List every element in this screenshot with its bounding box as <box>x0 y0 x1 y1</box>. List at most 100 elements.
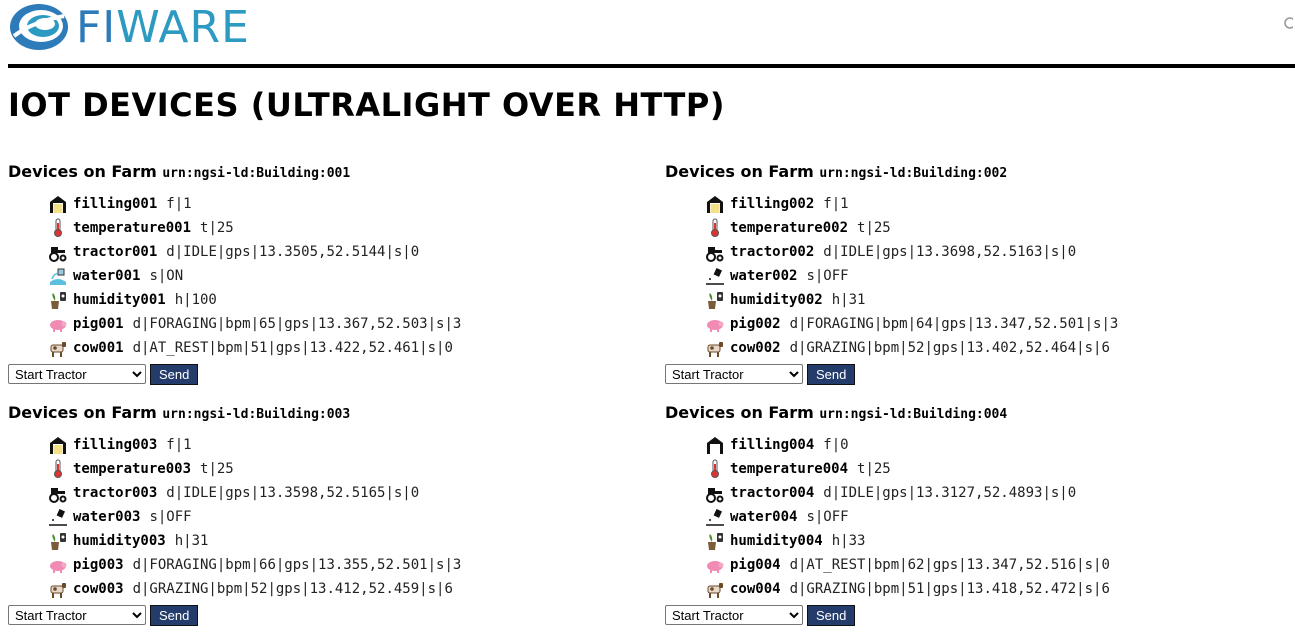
fiware-wordmark: FIWARE <box>76 2 250 53</box>
device-name: filling002 <box>730 196 815 212</box>
device-payload: t|25 <box>200 461 234 477</box>
device-item: tractor002 d|IDLE|gps|13.3698,52.5163|s|0 <box>705 240 1295 264</box>
device-item: pig003 d|FORAGING|bpm|66|gps|13.355,52.50… <box>48 553 648 577</box>
filling-barn-icon <box>48 194 68 214</box>
tractor-icon <box>48 242 68 262</box>
fiware-logo-icon <box>10 4 68 50</box>
farm-urn: urn:ngsi-ld:Building:003 <box>162 407 351 422</box>
device-item: filling002 f|1 <box>705 192 1295 216</box>
device-name: temperature001 <box>73 220 192 236</box>
farm-urn: urn:ngsi-ld:Building:004 <box>819 407 1008 422</box>
header-divider <box>8 64 1295 68</box>
device-name: tractor004 <box>730 485 815 501</box>
device-name: temperature002 <box>730 220 849 236</box>
device-payload: t|25 <box>200 220 234 236</box>
pig-icon <box>48 555 68 575</box>
command-controls: Start Tractor Send <box>8 604 648 626</box>
device-name: temperature003 <box>73 461 192 477</box>
device-payload: d|GRAZING|bpm|52|gps|13.412,52.459|s|6 <box>132 581 453 597</box>
farm-section: Devices on Farm urn:ngsi-ld:Building:001… <box>8 160 648 385</box>
device-item: water003 s|OFF <box>48 505 648 529</box>
device-item: humidity001 h|100 <box>48 288 648 312</box>
device-name: pig004 <box>730 557 781 573</box>
device-name: pig001 <box>73 316 124 332</box>
fiware-logo[interactable]: FIWARE <box>8 2 250 53</box>
device-name: cow004 <box>730 581 781 597</box>
device-item: water004 s|OFF <box>705 505 1295 529</box>
device-payload: s|OFF <box>806 268 849 284</box>
device-payload: t|25 <box>857 461 891 477</box>
device-item: temperature003 t|25 <box>48 457 648 481</box>
device-item: tractor004 d|IDLE|gps|13.3127,52.4893|s|0 <box>705 481 1295 505</box>
tractor-icon <box>705 483 725 503</box>
thermometer-icon <box>705 218 725 238</box>
send-button[interactable]: Send <box>150 363 199 385</box>
device-list: filling003 f|1 temperature003 t|25 tractor00… <box>48 433 648 601</box>
farm-urn: urn:ngsi-ld:Building:002 <box>819 166 1008 181</box>
device-name: water004 <box>730 509 798 525</box>
thermometer-icon <box>48 218 68 238</box>
device-name: cow002 <box>730 340 781 356</box>
device-item: pig004 d|AT_REST|bpm|62|gps|13.347,52.516… <box>705 553 1295 577</box>
water-off-icon <box>48 507 68 527</box>
device-item: cow004 d|GRAZING|bpm|51|gps|13.418,52.472… <box>705 577 1295 601</box>
humidity-plant-icon <box>705 531 725 551</box>
pig-icon <box>705 555 725 575</box>
device-payload: h|33 <box>831 533 866 549</box>
device-item: cow002 d|GRAZING|bpm|52|gps|13.402,52.464… <box>705 336 1295 360</box>
command-select[interactable]: Start Tractor <box>665 364 803 384</box>
humidity-plant-icon <box>48 531 68 551</box>
farm-title-prefix: Devices on Farm <box>665 403 814 422</box>
device-name: humidity003 <box>73 533 166 549</box>
device-payload: d|IDLE|gps|13.3505,52.5144|s|0 <box>166 244 420 260</box>
device-payload: s|ON <box>149 268 184 284</box>
device-item: humidity004 h|33 <box>705 529 1295 553</box>
device-name: temperature004 <box>730 461 849 477</box>
device-item: filling004 f|0 <box>705 433 1295 457</box>
device-item: humidity002 h|31 <box>705 288 1295 312</box>
cow-icon <box>705 338 725 358</box>
command-controls: Start Tractor Send <box>8 363 648 385</box>
device-item: humidity003 h|31 <box>48 529 648 553</box>
device-name: filling001 <box>73 196 158 212</box>
command-select[interactable]: Start Tractor <box>8 364 146 384</box>
device-item: water001 s|ON <box>48 264 648 288</box>
water-off-icon <box>705 507 725 527</box>
device-list: filling002 f|1 temperature002 t|25 tractor00… <box>705 192 1295 360</box>
farm-section: Devices on Farm urn:ngsi-ld:Building:002… <box>665 160 1295 385</box>
tractor-icon <box>48 483 68 503</box>
device-payload: f|1 <box>166 196 192 212</box>
device-item: tractor001 d|IDLE|gps|13.3505,52.5144|s|0 <box>48 240 648 264</box>
device-payload: h|31 <box>174 533 209 549</box>
device-name: water001 <box>73 268 141 284</box>
device-payload: d|AT_REST|bpm|62|gps|13.347,52.516|s|0 <box>789 557 1110 573</box>
farm-urn: urn:ngsi-ld:Building:001 <box>162 166 351 181</box>
farm-section: Devices on Farm urn:ngsi-ld:Building:004… <box>665 401 1295 626</box>
device-payload: f|1 <box>166 437 192 453</box>
device-list: filling004 f|0 temperature004 t|25 tractor00… <box>705 433 1295 601</box>
device-payload: d|IDLE|gps|13.3127,52.4893|s|0 <box>823 485 1077 501</box>
device-item: tractor003 d|IDLE|gps|13.3598,52.5165|s|0 <box>48 481 648 505</box>
command-select[interactable]: Start Tractor <box>665 605 803 625</box>
wordmark-end: WARE <box>116 1 250 53</box>
device-name: water003 <box>73 509 141 525</box>
cow-icon <box>48 338 68 358</box>
command-select[interactable]: Start Tractor <box>8 605 146 625</box>
send-button[interactable]: Send <box>807 604 856 626</box>
page-title: IOT DEVICES (ULTRALIGHT OVER HTTP) <box>8 86 725 124</box>
command-controls: Start Tractor Send <box>665 604 1295 626</box>
farm-title-prefix: Devices on Farm <box>8 403 157 422</box>
pig-icon <box>705 314 725 334</box>
device-payload: d|FORAGING|bpm|66|gps|13.355,52.501|s|3 <box>132 557 462 573</box>
device-item: water002 s|OFF <box>705 264 1295 288</box>
device-item: filling003 f|1 <box>48 433 648 457</box>
thermometer-icon <box>705 459 725 479</box>
device-name: pig003 <box>73 557 124 573</box>
device-name: humidity002 <box>730 292 823 308</box>
send-button[interactable]: Send <box>807 363 856 385</box>
device-list: filling001 f|1 temperature001 t|25 tractor00… <box>48 192 648 360</box>
send-button[interactable]: Send <box>150 604 199 626</box>
search-icon[interactable] <box>1283 16 1293 32</box>
device-payload: d|IDLE|gps|13.3598,52.5165|s|0 <box>166 485 420 501</box>
farm-title: Devices on Farm urn:ngsi-ld:Building:001 <box>8 160 648 184</box>
